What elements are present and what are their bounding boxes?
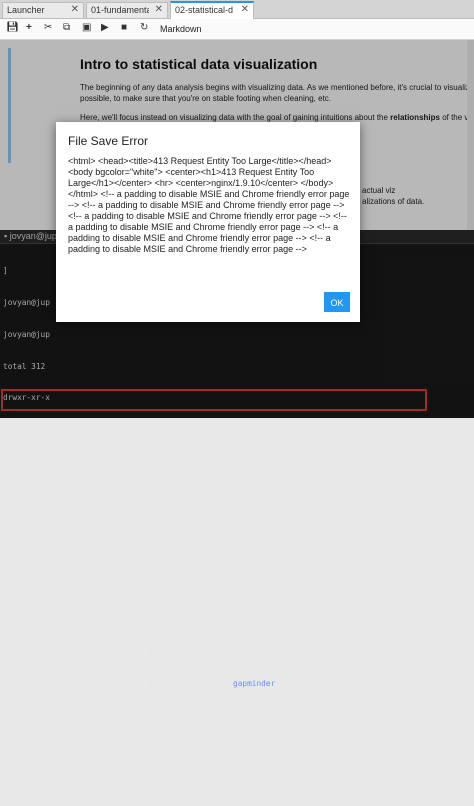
terminal-line: jovyan@jupyter-mccoole-5:~/repo/notebook… [3,584,341,593]
terminal-line: drwxr-xr-x [3,425,50,435]
tab-fundamentals[interactable]: 01-fundamental ✕ [86,2,168,18]
paste-icon[interactable]: ▣ [82,22,91,33]
directory-name: gapminder [233,679,276,689]
close-icon[interactable]: ✕ [155,4,163,15]
dialog-message: <html> <head><title>413 Request Entity T… [68,156,352,254]
add-icon[interactable]: + [26,22,32,33]
terminal-line: jovyan@jupyter-mccoole-5:~/repo$ cd note… [3,552,318,562]
restart-icon[interactable]: ↻ [140,22,148,33]
tab-launcher[interactable]: Launcher ✕ [2,2,84,18]
save-icon[interactable]: 💾︎ [6,22,19,33]
tab-bar: Launcher ✕ 01-fundamental ✕ 02-statistic… [0,0,474,19]
file-save-error-dialog: File Save Error <html> <head><title>413 … [56,122,360,322]
stop-icon[interactable]: ■ [121,22,127,33]
terminal-line: drwxr-xr-x 14 jovyan users 4096 Jun 23 1… [3,647,243,657]
tab-statistical[interactable]: 02-statistical-da ✕ [170,1,254,19]
tab-label: 02-statistical-da [175,5,233,15]
ok-button[interactable]: OK [324,292,350,312]
terminal-line: -rw-r--r-- 1 jovyan users 1133663 Jun 23… [3,711,412,721]
tab-label: 01-fundamental [91,5,149,15]
terminal-line: -rw-r--r-- 1 jovyan users 797943 Jun 23 … [3,774,393,784]
terminal-line: jovyan@jupyter-mccoole-5:~/repo/.noteboo… [3,488,332,498]
copy-icon[interactable]: ⧉ [63,22,70,33]
terminal-line: jovyan@jupyter-mccoole-5:~/repo/.noteboo… [3,520,234,530]
terminal-line: drwxr-xr-x 2 jovyan users 4096 Jun 23 14… [3,679,276,689]
run-icon[interactable]: ▶ [101,22,109,33]
close-icon[interactable]: ✕ [241,4,249,15]
notebook-toolbar: 💾︎ + ✂ ⧉ ▣ ▶ ■ ↻ Markdown ▾ [0,19,474,48]
dialog-title: File Save Error [68,134,149,148]
terminal-line: -rw-r--r-- .ipynb [3,456,341,466]
cut-icon[interactable]: ✂ [44,22,52,33]
tab-label: Launcher [7,5,45,15]
terminal-line: -rw-r--r-- 1 jovyan users 4096 Jun 23 14… [3,742,341,752]
cell-type-select[interactable]: Markdown ▾ [160,22,208,48]
close-icon[interactable]: ✕ [71,4,79,15]
terminal-line: total 1420 [3,615,50,625]
